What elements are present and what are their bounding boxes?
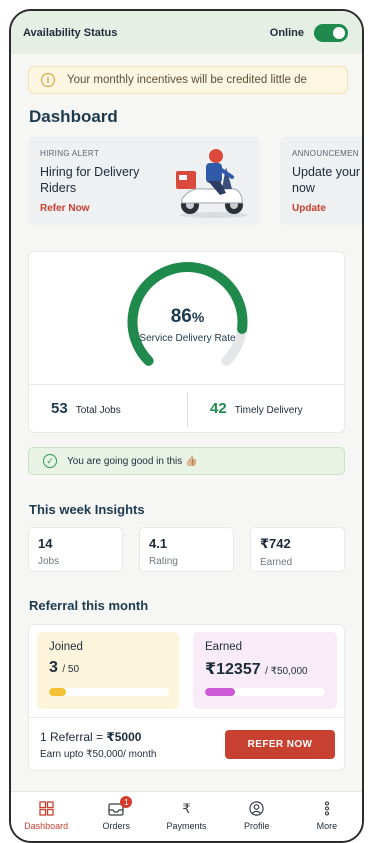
announcement-kicker: ANNOUNCEMEN (292, 149, 359, 158)
refer-now-button[interactable]: REFER NOW (225, 730, 335, 759)
divider (29, 384, 344, 385)
tab-more[interactable]: More (292, 792, 362, 841)
online-toggle[interactable] (314, 23, 348, 42)
orders-badge: 1 (120, 796, 133, 808)
insight-label: Rating (149, 556, 178, 567)
phone-frame: Availability Status Online i Your monthl… (9, 9, 364, 843)
earned-label: Earned (205, 641, 243, 653)
insight-value: 14 (38, 536, 53, 551)
total-jobs-value: 53 (51, 400, 68, 417)
joined-tile: Joined 3 / 50 (37, 632, 179, 709)
joined-label: Joined (49, 641, 83, 653)
delivery-rider-illustration (176, 149, 248, 218)
insight-label: Jobs (38, 556, 60, 567)
tab-profile[interactable]: Profile (222, 792, 292, 841)
performance-card: 86% Service Delivery Rate 53 Total Jobs … (28, 251, 345, 433)
divider (187, 393, 188, 427)
announcement-headline: Update your now (292, 165, 361, 195)
earned-tile: Earned ₹12357 / ₹50,000 (193, 632, 337, 709)
update-link[interactable]: Update (292, 203, 326, 214)
joined-progress-fill (49, 688, 66, 696)
total-jobs-label: Total Jobs (75, 405, 121, 416)
incentive-notice: i Your monthly incentives will be credit… (28, 66, 348, 94)
hiring-alert-card[interactable]: HIRING ALERT Hiring for Delivery Riders … (28, 137, 260, 225)
grid-icon (38, 801, 54, 816)
tab-label: Payments (166, 821, 207, 831)
joined-value: 3 / 50 (49, 659, 80, 676)
performance-message-text: You are going good in this 👍🏼 (67, 455, 198, 467)
timely-delivery-stat: 42 Timely Delivery (210, 400, 303, 417)
insight-value: 4.1 (149, 536, 168, 551)
referral-rule: 1 Referral = ₹5000 (40, 730, 142, 744)
announcement-card[interactable]: ANNOUNCEMEN Update your now Update (280, 137, 362, 225)
check-circle-icon: ✓ (43, 454, 57, 468)
referral-upto: Earn upto ₹50,000/ month (40, 749, 157, 760)
service-rate-label: Service Delivery Rate (139, 333, 236, 344)
insight-jobs: 14 Jobs (28, 527, 123, 572)
timely-delivery-label: Timely Delivery (234, 405, 303, 416)
info-icon: i (41, 73, 55, 87)
service-rate-value: 86% (170, 306, 205, 327)
joined-progress-bar (49, 688, 169, 696)
insight-rating: 4.1 Rating (139, 527, 234, 572)
performance-message: ✓ You are going good in this 👍🏼 (28, 447, 345, 475)
insight-earned: ₹742 Earned (250, 527, 345, 572)
user-icon (249, 801, 264, 816)
alerts-carousel[interactable]: HIRING ALERT Hiring for Delivery Riders … (11, 137, 362, 229)
alert-kicker: HIRING ALERT (40, 149, 100, 158)
earned-progress-fill (205, 688, 235, 696)
tab-label: Profile (243, 821, 270, 831)
alert-headline: Hiring for Delivery Riders (40, 165, 140, 195)
tab-orders[interactable]: 1 Orders (81, 792, 151, 841)
total-jobs-stat: 53 Total Jobs (51, 400, 121, 417)
online-label: Online (269, 26, 304, 39)
tab-label: Dashboard (24, 821, 69, 831)
online-control: Online (269, 23, 348, 42)
tab-label: Orders (102, 821, 131, 831)
more-vertical-icon (324, 801, 330, 816)
rupee-icon: ₹ (182, 800, 191, 816)
referral-title: Referral this month (29, 598, 149, 613)
divider (29, 717, 344, 718)
insight-value: ₹742 (260, 536, 291, 551)
timely-delivery-value: 42 (210, 400, 227, 417)
page-title: Dashboard (29, 107, 118, 126)
availability-title: Availability Status (23, 26, 118, 39)
refer-now-link[interactable]: Refer Now (40, 203, 89, 214)
earned-value: ₹12357 / ₹50,000 (205, 661, 308, 678)
referral-card: Joined 3 / 50 Earned ₹12357 / ₹50,000 1 … (28, 624, 345, 771)
tab-label: More (316, 821, 338, 831)
insight-label: Earned (260, 557, 293, 568)
bottom-nav: Dashboard 1 Orders ₹ Payments Profile Mo… (11, 791, 362, 841)
tab-payments[interactable]: ₹ Payments (151, 792, 221, 841)
earned-progress-bar (205, 688, 325, 696)
tab-dashboard[interactable]: Dashboard (11, 792, 81, 841)
notice-text: Your monthly incentives will be credited… (67, 74, 307, 86)
insights-title: This week Insights (29, 502, 145, 517)
availability-bar: Availability Status Online (11, 11, 362, 54)
